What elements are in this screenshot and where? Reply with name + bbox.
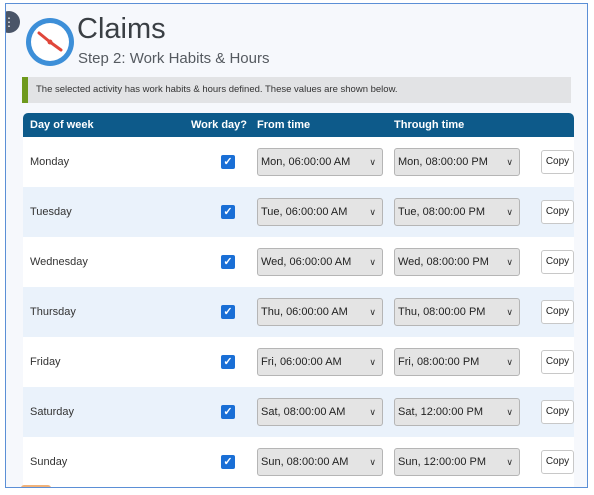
through-time-select[interactable]: Tue, 08:00:00 PM ∨ [394,198,520,226]
table-row: Wednesday ✓ Wed, 06:00:00 AM ∨ Wed, 08:00:00… [23,237,574,287]
day-label: Friday [30,356,61,368]
day-label: Saturday [30,406,75,418]
page-title: Claims [77,13,166,45]
ellipsis-icon[interactable]: ⋮ [6,11,20,33]
chevron-down-icon: ∨ [369,357,376,367]
through-time-value: Sat, 12:00:00 PM [398,406,483,418]
column-header-actions [531,113,574,137]
copy-button[interactable]: Copy [541,450,574,474]
through-time-select[interactable]: Sun, 12:00:00 PM ∨ [394,448,520,476]
work-day-checkbox[interactable]: ✓ [221,405,235,419]
from-time-value: Sun, 08:00:00 AM [261,456,349,468]
from-time-select[interactable]: Fri, 06:00:00 AM ∨ [257,348,383,376]
day-label: Tuesday [30,206,72,218]
from-time-select[interactable]: Mon, 06:00:00 AM ∨ [257,148,383,176]
through-time-select[interactable]: Mon, 08:00:00 PM ∨ [394,148,520,176]
chevron-down-icon: ∨ [506,157,513,167]
table-row: Monday ✓ Mon, 06:00:00 AM ∨ Mon, 08:00:00 PM… [23,137,574,187]
table-row: Friday ✓ Fri, 06:00:00 AM ∨ Fri, 08:00:00 PM… [23,337,574,387]
from-time-value: Sat, 08:00:00 AM [261,406,346,418]
copy-button[interactable]: Copy [541,300,574,324]
chevron-down-icon: ∨ [506,207,513,217]
chevron-down-icon: ∨ [506,457,513,467]
table-row: Sunday ✓ Sun, 08:00:00 AM ∨ Sun, 12:00:00 PM… [23,437,574,487]
table-row: Thursday ✓ Thu, 06:00:00 AM ∨ Thu, 08:00:00 … [23,287,574,337]
copy-button[interactable]: Copy [541,200,574,224]
work-day-checkbox[interactable]: ✓ [221,355,235,369]
clock-icon [26,18,74,66]
chevron-down-icon: ∨ [506,257,513,267]
chevron-down-icon: ∨ [369,457,376,467]
chevron-down-icon: ∨ [369,307,376,317]
chevron-down-icon: ∨ [369,257,376,267]
claims-window: ⋮ Claims Step 2: Work Habits & Hours The… [5,3,588,488]
through-time-value: Tue, 08:00:00 PM [398,206,486,218]
through-time-value: Sun, 12:00:00 PM [398,456,487,468]
chevron-down-icon: ∨ [506,407,513,417]
from-time-value: Wed, 06:00:00 AM [261,256,352,268]
chevron-down-icon: ∨ [506,357,513,367]
from-time-select[interactable]: Wed, 06:00:00 AM ∨ [257,248,383,276]
day-label: Thursday [30,306,76,318]
day-label: Wednesday [30,256,88,268]
copy-button[interactable]: Copy [541,400,574,424]
table-row: Saturday ✓ Sat, 08:00:00 AM ∨ Sat, 12:00:00 … [23,387,574,437]
chevron-down-icon: ∨ [369,157,376,167]
info-banner: The selected activity has work habits & … [22,77,571,103]
chevron-down-icon: ∨ [506,307,513,317]
copy-button[interactable]: Copy [541,350,574,374]
from-time-select[interactable]: Tue, 06:00:00 AM ∨ [257,198,383,226]
column-header-through-time: Through time [394,119,465,131]
through-time-select[interactable]: Sat, 12:00:00 PM ∨ [394,398,520,426]
through-time-value: Thu, 08:00:00 PM [398,306,486,318]
table-row: Tuesday ✓ Tue, 06:00:00 AM ∨ Tue, 08:00:00 P… [23,187,574,237]
chevron-down-icon: ∨ [369,407,376,417]
from-time-value: Fri, 06:00:00 AM [261,356,342,368]
page-subtitle: Step 2: Work Habits & Hours [78,50,270,67]
through-time-value: Mon, 08:00:00 PM [398,156,488,168]
from-time-select[interactable]: Sun, 08:00:00 AM ∨ [257,448,383,476]
through-time-value: Fri, 08:00:00 PM [398,356,480,368]
through-time-value: Wed, 08:00:00 PM [398,256,489,268]
from-time-value: Mon, 06:00:00 AM [261,156,351,168]
column-header-day: Day of week [30,119,94,131]
table-header-row: Day of week Work day? From time Through … [23,113,574,137]
day-label: Monday [30,156,70,168]
column-header-work-day: Work day? [190,119,247,131]
through-time-select[interactable]: Thu, 08:00:00 PM ∨ [394,298,520,326]
work-day-checkbox[interactable]: ✓ [221,155,235,169]
work-day-checkbox[interactable]: ✓ [221,455,235,469]
work-day-checkbox[interactable]: ✓ [221,255,235,269]
chevron-down-icon: ∨ [369,207,376,217]
work-hours-table: Day of week Work day? From time Through … [23,113,574,487]
from-time-select[interactable]: Thu, 06:00:00 AM ∨ [257,298,383,326]
copy-button[interactable]: Copy [541,150,574,174]
copy-button[interactable]: Copy [541,250,574,274]
work-day-checkbox[interactable]: ✓ [221,305,235,319]
day-label: Sunday [30,456,68,468]
work-day-checkbox[interactable]: ✓ [221,205,235,219]
from-time-select[interactable]: Sat, 08:00:00 AM ∨ [257,398,383,426]
from-time-value: Thu, 06:00:00 AM [261,306,348,318]
from-time-value: Tue, 06:00:00 AM [261,206,348,218]
bottom-tab [21,485,51,487]
column-header-from-time: From time [257,119,311,131]
through-time-select[interactable]: Fri, 08:00:00 PM ∨ [394,348,520,376]
through-time-select[interactable]: Wed, 08:00:00 PM ∨ [394,248,520,276]
